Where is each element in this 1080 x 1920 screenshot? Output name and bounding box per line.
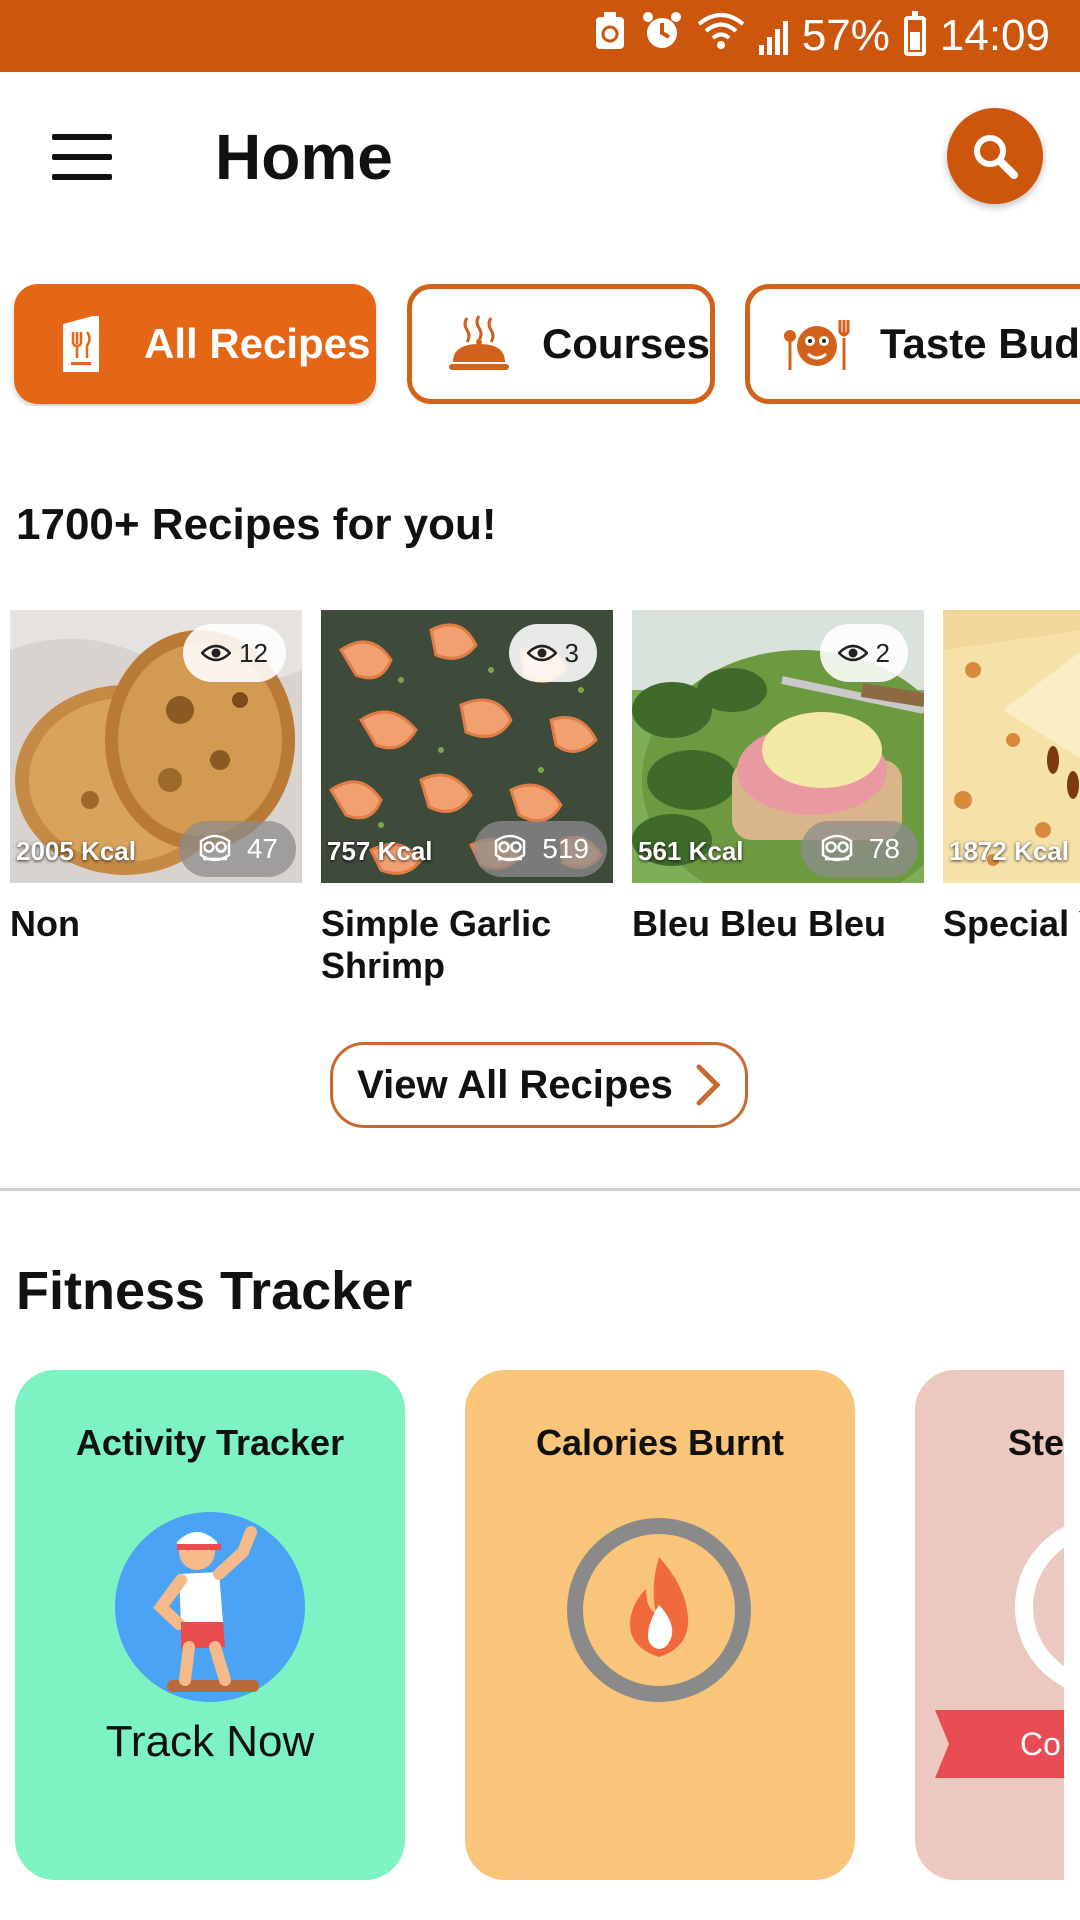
recipe-kcal: 561 Kcal	[638, 836, 744, 866]
view-all-label: View All Recipes	[357, 1062, 673, 1107]
recipe-carousel: 12 2005 Kcal 47 Non 3 757 Kcal 519 Simpl…	[0, 610, 1080, 1010]
chip-all-recipes[interactable]: All Recipes	[14, 284, 376, 404]
alarm-icon	[641, 10, 683, 63]
recipe-kcal: 757 Kcal	[327, 836, 433, 866]
app-bar: Home	[0, 72, 1080, 242]
clock: 14:09	[939, 11, 1050, 60]
recipe-name: Simple Garlic Shrimp	[321, 903, 552, 986]
card-title: Activity Tracker	[75, 1422, 345, 1463]
recipe-image: 12 2005 Kcal 47	[10, 610, 302, 883]
exercise-person-icon	[115, 1512, 305, 1702]
chef-owl-icon	[495, 834, 526, 862]
taste-face-icon	[782, 309, 852, 379]
signal-icon	[758, 17, 788, 55]
wifi-icon	[697, 11, 745, 61]
section-divider	[0, 1188, 1080, 1191]
views-badge: 12	[183, 624, 286, 682]
views-badge: 2	[819, 624, 908, 682]
search-button[interactable]	[947, 108, 1043, 204]
recycle-icon	[593, 11, 627, 62]
fitness-carousel: Activity Tracker Track Now Calories Burn…	[0, 1370, 1064, 1882]
recipe-image: 3 757 Kcal 519	[321, 610, 613, 883]
recipe-kcal: 1872 Kcal	[949, 836, 1069, 866]
chip-taste-buds[interactable]: Taste Buds	[745, 284, 1080, 404]
views-count: 2	[875, 637, 890, 668]
battery-icon	[903, 11, 926, 56]
cooks-badge: 519	[474, 821, 607, 877]
cooks-count: 519	[542, 833, 589, 864]
card-title: Step	[1008, 1422, 1064, 1463]
recipe-image: 2 561 Kcal 78	[632, 610, 924, 883]
views-count: 3	[564, 637, 579, 668]
recipe-card[interactable]: 12 2005 Kcal 47 Non	[10, 610, 302, 945]
hamburger-icon[interactable]	[52, 134, 112, 180]
chef-owl-icon	[821, 834, 853, 862]
steps-ring	[1015, 1517, 1064, 1697]
cooks-count: 78	[868, 833, 900, 864]
views-badge: 3	[508, 624, 597, 682]
track-now-button[interactable]: Track Now	[15, 1717, 405, 1767]
chip-label: Taste Buds	[880, 320, 1080, 367]
recipe-card[interactable]: 3 757 Kcal 519 Simple Garlic Shrimp	[321, 610, 613, 987]
recipe-name: Non	[10, 903, 80, 944]
battery-percent: 57%	[801, 11, 890, 60]
recipe-name: Special Yummy	[943, 903, 1080, 944]
recipe-image: 1872 Kcal	[943, 610, 1080, 883]
serving-dish-icon	[444, 309, 514, 379]
flame-icon	[567, 1518, 751, 1702]
recipe-card[interactable]: 2 561 Kcal 78 Bleu Bleu Bleu	[632, 610, 924, 945]
recipe-book-icon	[46, 309, 116, 379]
ribbon-text: Co	[1020, 1726, 1061, 1762]
eye-icon	[201, 644, 232, 662]
chip-courses[interactable]: Courses	[407, 284, 715, 404]
cooks-badge: 47	[178, 821, 296, 877]
chevron-right-icon	[696, 1064, 721, 1106]
card-title: Calories Burnt	[535, 1422, 785, 1463]
cooks-badge: 78	[800, 821, 918, 877]
search-icon	[974, 135, 1018, 179]
calories-burnt-card[interactable]: Calories Burnt	[465, 1370, 855, 1880]
chip-label: All Recipes	[144, 320, 371, 367]
chef-owl-icon	[199, 834, 231, 862]
status-bar: 57% 14:09	[0, 0, 1080, 72]
fitness-section-title: Fitness Tracker	[16, 1261, 413, 1321]
recipe-name: Bleu Bleu Bleu	[632, 903, 887, 944]
eye-icon	[526, 644, 557, 662]
eye-icon	[837, 644, 868, 662]
category-chips: All Recipes Courses Taste Buds	[0, 284, 1080, 406]
steps-card[interactable]: Step Co	[915, 1370, 1064, 1880]
recipes-section-title: 1700+ Recipes for you!	[16, 500, 497, 549]
page-title: Home	[215, 121, 393, 193]
views-count: 12	[239, 637, 268, 668]
recipe-card[interactable]: 1872 Kcal Special Yummy	[943, 610, 1080, 945]
view-all-recipes-button[interactable]: View All Recipes	[330, 1042, 748, 1128]
activity-tracker-card[interactable]: Activity Tracker Track Now	[15, 1370, 405, 1880]
recipe-kcal: 2005 Kcal	[16, 836, 136, 866]
cooks-count: 47	[246, 833, 278, 864]
chip-label: Courses	[541, 320, 710, 367]
